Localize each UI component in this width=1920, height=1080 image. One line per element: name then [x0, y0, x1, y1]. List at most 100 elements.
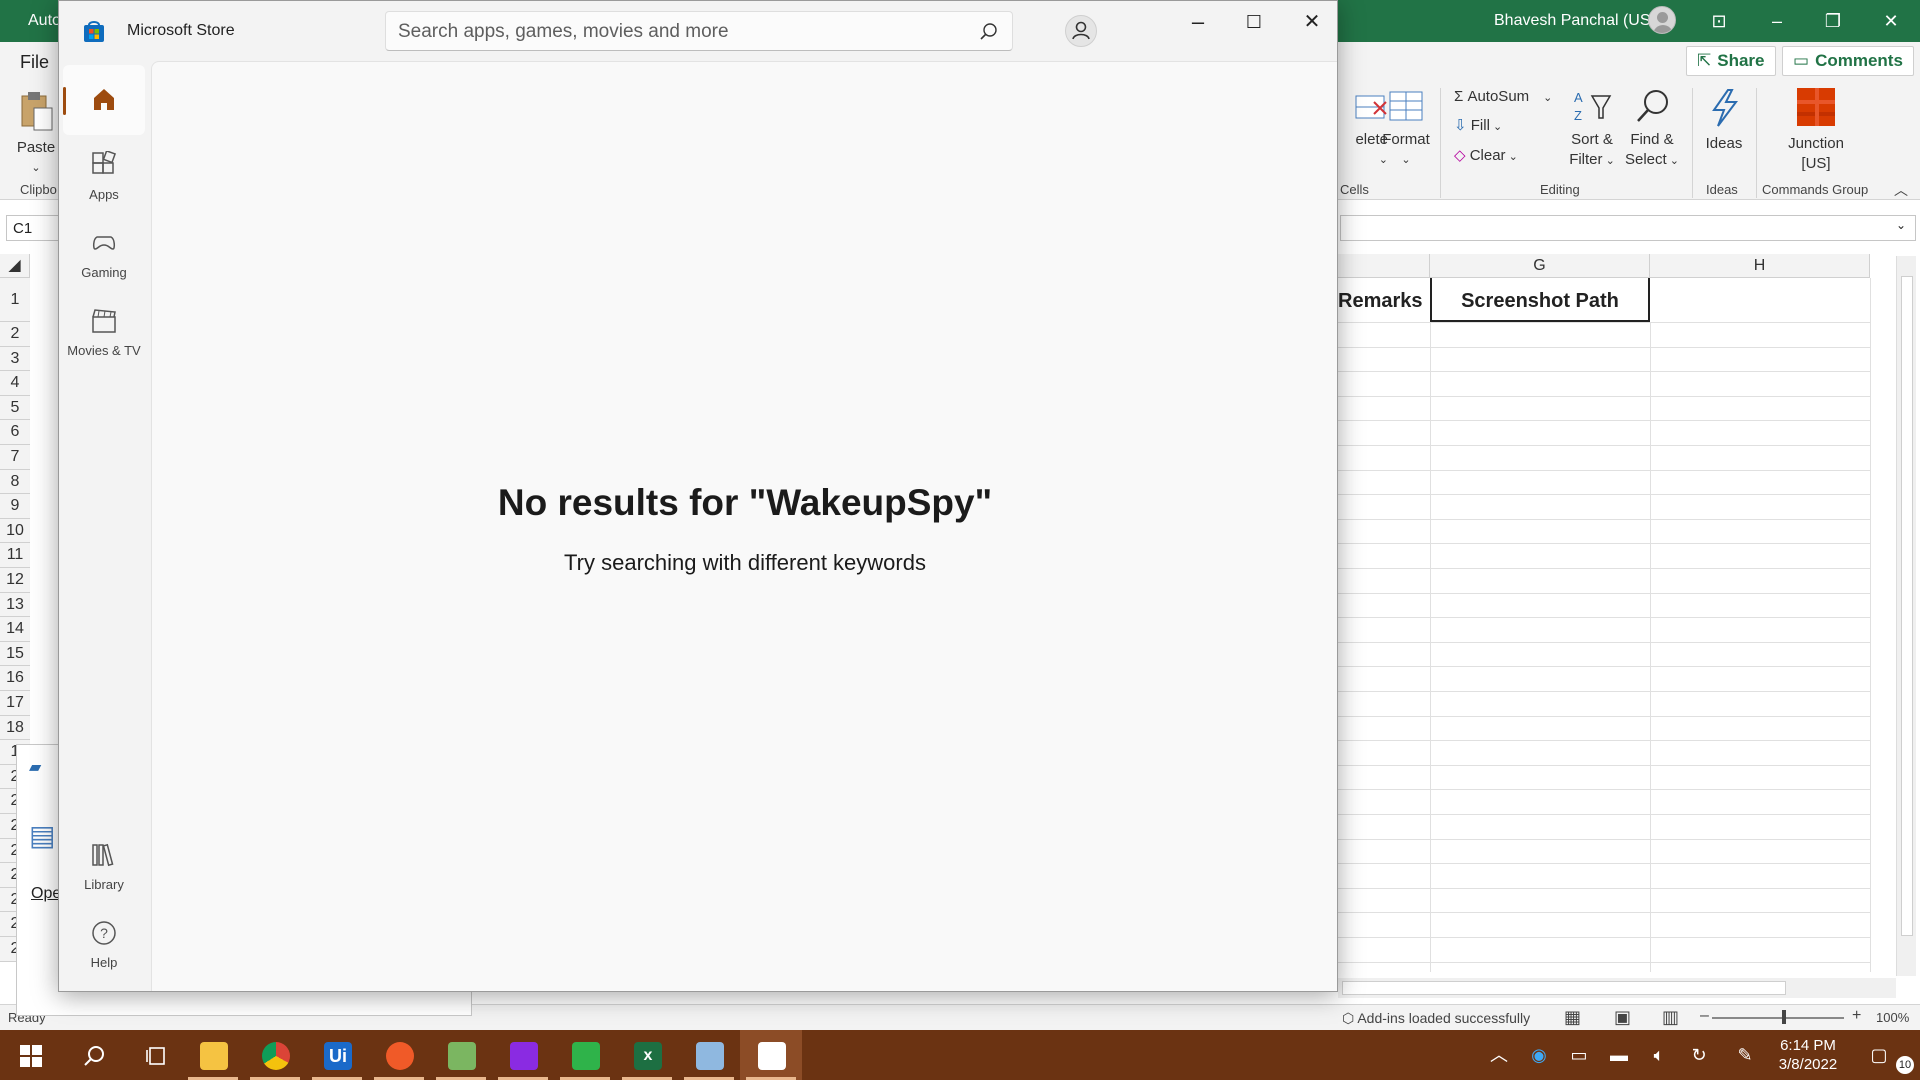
cell-remarks[interactable]: Remarks [1338, 290, 1430, 313]
grid-line [1338, 469, 1870, 471]
account-button[interactable] [1065, 15, 1097, 47]
task-view-button[interactable] [124, 1030, 186, 1080]
grid-line [1338, 494, 1870, 496]
close-icon[interactable]: ✕ [1880, 10, 1902, 32]
collapse-ribbon-icon[interactable]: ︿ [1894, 180, 1908, 200]
ideas-button[interactable]: Ideas [1700, 88, 1748, 154]
fill-button[interactable]: ⇩ Fill ⌄ [1454, 116, 1502, 134]
expand-formula-icon[interactable]: ⌄ [1896, 218, 1906, 232]
maximize-icon[interactable]: ☐ [1231, 9, 1277, 35]
user-avatar[interactable] [1648, 6, 1676, 34]
row-header[interactable]: 17 [0, 691, 30, 716]
close-icon[interactable]: ✕ [1289, 9, 1335, 35]
search-box[interactable] [385, 11, 1013, 51]
row-header[interactable]: 7 [0, 445, 30, 470]
taskbar-search[interactable] [62, 1030, 124, 1080]
clock[interactable]: 6:14 PM 3/8/2022 [1768, 1036, 1848, 1074]
comments-button[interactable]: ▭ Comments [1782, 46, 1914, 76]
row-header[interactable]: 15 [0, 641, 30, 667]
taskbar-orange-app[interactable] [368, 1030, 430, 1080]
edge-icon[interactable]: ◉ [1528, 1044, 1550, 1066]
search-icon[interactable] [976, 20, 1000, 44]
taskbar-media-app[interactable] [554, 1030, 616, 1080]
taskbar-rdp-app[interactable] [678, 1030, 740, 1080]
store-logo-icon [84, 21, 104, 42]
junction-button[interactable]: Junction [US] [1778, 86, 1854, 174]
ribbon-display-icon[interactable]: ⊡ [1708, 10, 1730, 32]
start-button[interactable] [0, 1030, 62, 1080]
show-hidden-icons[interactable]: ︿ [1488, 1044, 1510, 1066]
row-header[interactable]: 4 [0, 371, 30, 396]
pen-icon[interactable]: ✎ [1734, 1044, 1756, 1066]
select-all-corner[interactable]: ◢ [0, 254, 30, 278]
no-results-heading: No results for "WakeupSpy" [497, 482, 993, 523]
row-header[interactable]: 1 [0, 278, 30, 322]
zoom-slider[interactable] [1712, 1017, 1844, 1019]
column-header-g[interactable]: G [1430, 254, 1650, 278]
active-indicator [63, 87, 66, 115]
open-link[interactable]: Ope [31, 885, 61, 903]
page-layout-icon[interactable]: ▣ [1614, 1007, 1631, 1028]
row-header[interactable]: 18 [0, 715, 30, 741]
formula-input[interactable] [1340, 215, 1916, 241]
row-header[interactable]: 14 [0, 617, 30, 642]
zoom-in-icon[interactable]: + [1852, 1007, 1861, 1025]
nav-movies-tv[interactable]: Movies & TV [63, 307, 145, 358]
zoom-out-icon[interactable]: – [1700, 1007, 1709, 1025]
scroll-thumb[interactable] [1342, 981, 1786, 995]
share-button[interactable]: ⇱ Share [1686, 46, 1776, 76]
column-header-h[interactable]: H [1650, 254, 1870, 278]
row-header[interactable]: 16 [0, 666, 30, 691]
normal-view-icon[interactable]: ▦ [1564, 1007, 1581, 1028]
row-header[interactable]: 10 [0, 518, 30, 544]
row-header[interactable]: 3 [0, 346, 30, 372]
restore-icon[interactable]: ❐ [1822, 10, 1844, 32]
taskbar-uipath[interactable]: Ui [306, 1030, 368, 1080]
chevron-down-icon: ⌄ [1401, 154, 1411, 166]
nav-apps[interactable]: Apps [63, 151, 145, 202]
taskbar-notepad-app[interactable] [430, 1030, 492, 1080]
taskbar-store[interactable] [740, 1030, 802, 1080]
chrome-icon [262, 1042, 290, 1070]
action-center-icon[interactable]: ▢ [1868, 1044, 1890, 1066]
find-select-button[interactable]: Find & Select ⌄ [1622, 88, 1682, 171]
row-header[interactable]: 13 [0, 592, 30, 618]
search-input[interactable] [398, 20, 958, 44]
row-header[interactable]: 6 [0, 420, 30, 445]
clear-button[interactable]: ◇ Clear ⌄ [1454, 146, 1518, 164]
format-button[interactable]: Format ⌄ [1378, 88, 1434, 170]
taskbar-excel[interactable]: x [616, 1030, 678, 1080]
row-header[interactable]: 8 [0, 469, 30, 495]
taskbar-podcast-app[interactable] [492, 1030, 554, 1080]
page-break-icon[interactable]: ▥ [1662, 1007, 1679, 1028]
taskbar-file-explorer[interactable] [182, 1030, 244, 1080]
vertical-scrollbar[interactable] [1896, 256, 1916, 976]
row-header[interactable]: 2 [0, 322, 30, 347]
volume-icon[interactable]: 🔈︎ [1648, 1044, 1670, 1066]
horizontal-scrollbar[interactable] [1338, 978, 1896, 998]
nav-home[interactable] [63, 65, 145, 135]
minimize-icon[interactable]: – [1175, 9, 1221, 35]
row-header[interactable]: 9 [0, 494, 30, 519]
row-header[interactable]: 5 [0, 395, 30, 421]
tab-file[interactable]: File [20, 52, 49, 73]
zoom-slider-knob[interactable] [1782, 1010, 1786, 1024]
scroll-thumb[interactable] [1901, 276, 1913, 936]
sort-filter-button[interactable]: AZ Sort & Filter ⌄ [1564, 88, 1620, 171]
nav-library[interactable]: Library [63, 841, 145, 892]
taskbar-chrome[interactable] [244, 1030, 306, 1080]
header-cell-border [1430, 278, 1650, 322]
column-header-f[interactable] [1338, 254, 1430, 278]
autosum-button[interactable]: Σ AutoSum ⌄ [1454, 88, 1552, 105]
minimize-icon[interactable]: – [1766, 10, 1788, 32]
battery-icon[interactable]: ▬ [1608, 1044, 1630, 1066]
network-icon[interactable]: ▭ [1568, 1044, 1590, 1066]
nav-help[interactable]: ? Help [63, 919, 145, 970]
paste-button[interactable]: Paste ⌄ [14, 90, 58, 178]
zoom-level[interactable]: 100% [1876, 1010, 1909, 1025]
nav-gaming[interactable]: Gaming [63, 229, 145, 280]
row-header[interactable]: 11 [0, 543, 30, 568]
sync-icon[interactable]: ↻ [1688, 1044, 1710, 1066]
row-header[interactable]: 12 [0, 568, 30, 593]
name-box[interactable]: C1 [6, 215, 62, 241]
